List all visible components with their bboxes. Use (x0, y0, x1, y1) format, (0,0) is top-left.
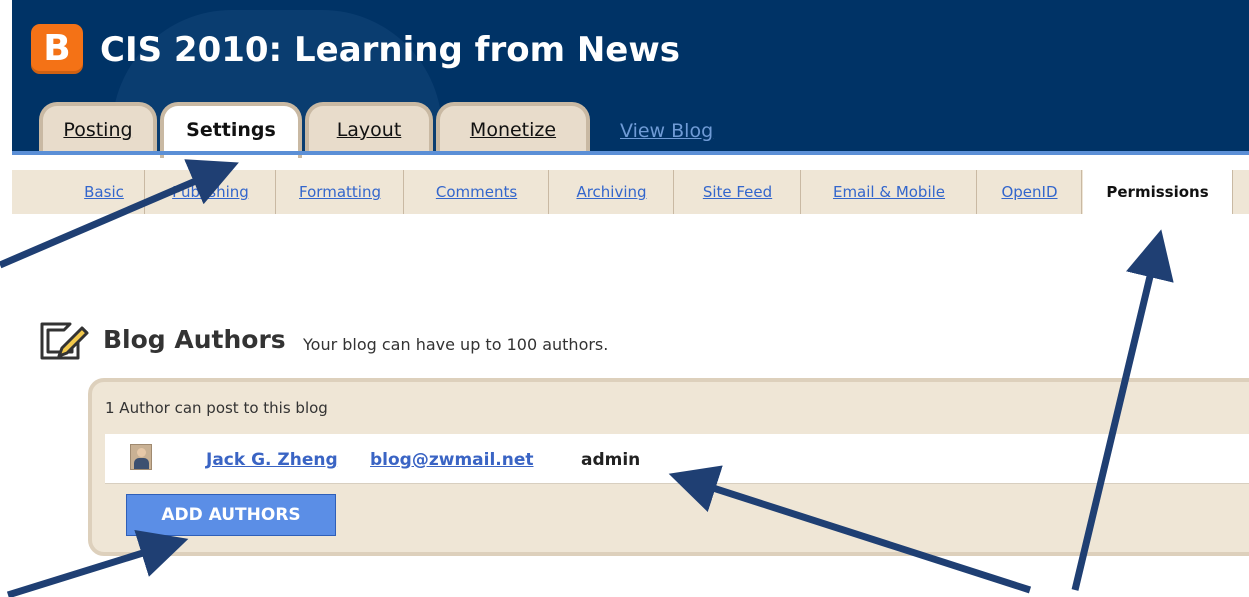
subtab-formatting[interactable]: Formatting (277, 170, 404, 214)
section-subtitle: Your blog can have up to 100 authors. (303, 335, 609, 354)
subtab-basic[interactable]: Basic (64, 170, 145, 214)
tab-monetize[interactable]: Monetize (436, 102, 590, 155)
view-blog-link[interactable]: View Blog (620, 120, 713, 142)
subtab-publishing[interactable]: Publishing (146, 170, 276, 214)
subtab-email-mobile[interactable]: Email & Mobile (802, 170, 977, 214)
tab-settings[interactable]: Settings (160, 102, 302, 158)
subtab-permissions[interactable]: Permissions (1083, 170, 1233, 214)
author-role: admin (581, 450, 641, 470)
subtab-comments[interactable]: Comments (405, 170, 549, 214)
logo-letter: B (43, 28, 71, 69)
settings-subnav: Basic Publishing Formatting Comments Arc… (12, 170, 1249, 214)
author-email-link[interactable]: blog@zwmail.net (370, 450, 534, 470)
edit-pencil-icon (40, 322, 89, 360)
authors-caption: 1 Author can post to this blog (105, 399, 328, 417)
subtab-archiving[interactable]: Archiving (550, 170, 674, 214)
avatar-face (137, 448, 146, 457)
blog-title[interactable]: CIS 2010: Learning from News (100, 30, 680, 70)
avatar-icon (130, 444, 152, 470)
tab-underline (12, 151, 1249, 155)
tab-posting[interactable]: Posting (39, 102, 157, 155)
blogger-logo-icon[interactable]: B (31, 24, 83, 74)
subtab-site-feed[interactable]: Site Feed (675, 170, 801, 214)
author-name-link[interactable]: Jack G. Zheng (206, 450, 338, 470)
add-authors-button[interactable]: ADD AUTHORS (126, 494, 336, 536)
avatar-body (134, 458, 149, 469)
section-title: Blog Authors (103, 325, 286, 354)
subtab-openid[interactable]: OpenID (978, 170, 1082, 214)
tab-layout[interactable]: Layout (305, 102, 433, 155)
